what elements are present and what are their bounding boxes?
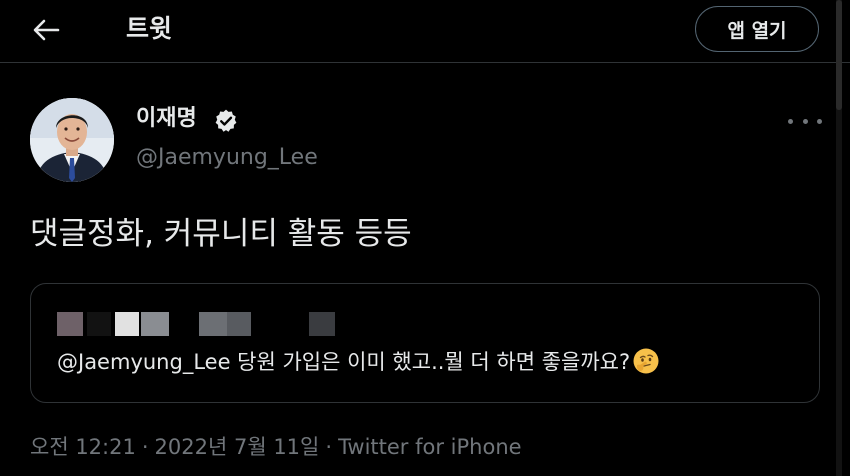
more-options-icon[interactable]: [788, 110, 822, 132]
tweet-time[interactable]: 오전 12:21: [30, 435, 136, 459]
avatar[interactable]: [30, 98, 114, 182]
scrollbar-thumb[interactable]: [836, 0, 842, 110]
quoted-tweet-body: @Jaemyung_Lee 당원 가입은 이미 했고..뭘 더 하면 좋을까요?: [57, 350, 631, 374]
tweet-text: 댓글정화, 커뮤니티 활동 등등: [30, 216, 412, 252]
profile-photo-icon: [30, 98, 114, 182]
verified-badge-icon: [215, 109, 237, 132]
tweet-date[interactable]: 2022년 7월 11일: [155, 435, 320, 459]
quoted-tweet-text: @Jaemyung_Lee 당원 가입은 이미 했고..뭘 더 하면 좋을까요?: [57, 346, 660, 378]
tweet-page: 트윗 앱 열기 이재명 @Jaemyung_Lee 댓글정화, 커뮤니티 활동 …: [0, 0, 850, 476]
meta-separator: ·: [325, 435, 333, 459]
thinking-face-icon: [633, 348, 659, 374]
open-app-button[interactable]: 앱 열기: [695, 6, 819, 52]
tweet-metadata: 오전 12:21 · 2022년 7월 11일 · Twitter for iPhone: [30, 432, 522, 462]
tweet-source[interactable]: Twitter for iPhone: [338, 435, 522, 459]
page-title: 트윗: [126, 14, 173, 43]
arrow-left-icon: [33, 19, 60, 41]
top-bar: 트윗 앱 열기: [0, 0, 850, 63]
back-button[interactable]: [24, 10, 68, 50]
author-display-name[interactable]: 이재명: [136, 104, 197, 134]
quoted-tweet-card[interactable]: @Jaemyung_Lee 당원 가입은 이미 했고..뭘 더 하면 좋을까요?: [30, 283, 820, 403]
author-handle[interactable]: @Jaemyung_Lee: [136, 143, 318, 173]
meta-separator: ·: [141, 435, 149, 459]
